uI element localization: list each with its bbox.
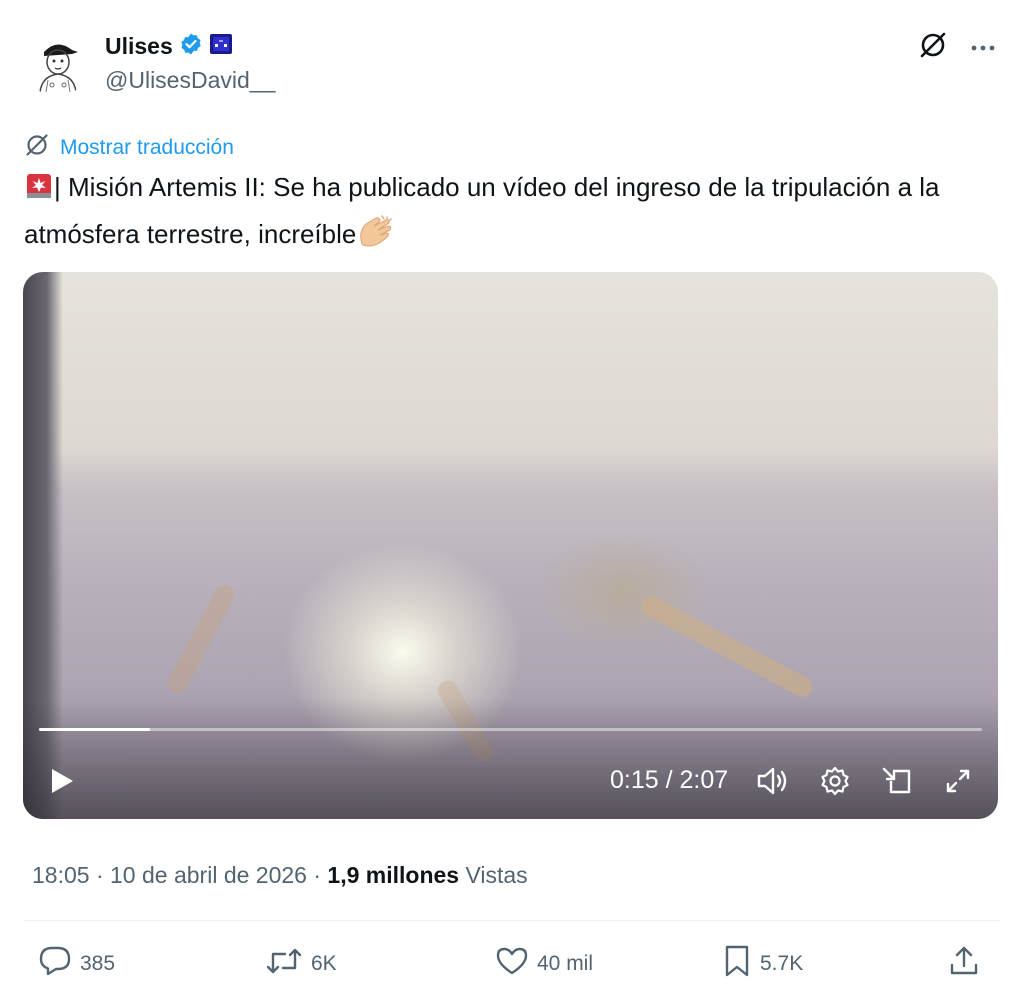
reply-icon (38, 945, 72, 983)
header-actions (918, 30, 996, 65)
heart-icon (495, 946, 529, 982)
divider (24, 920, 1000, 921)
pip-icon[interactable] (879, 764, 915, 798)
video-progress-fill (39, 728, 151, 731)
views-label: Vistas (465, 862, 528, 888)
share-icon (948, 945, 980, 983)
video-controls: 0:15 / 2:07 (23, 756, 998, 806)
video-time-label: 0:15 / 2:07 (610, 766, 729, 794)
translation-row[interactable]: Mostrar traducción (24, 132, 234, 163)
meta-separator: · (313, 862, 322, 888)
avatar[interactable] (24, 30, 90, 96)
tweet-body: | Misión Artemis II: Se ha publicado un … (24, 172, 940, 249)
fullscreen-icon[interactable] (941, 764, 975, 798)
more-horizontal-icon[interactable] (970, 39, 996, 57)
bookmark-button[interactable]: 5.7K (722, 944, 804, 984)
tweet-date[interactable]: 10 de abril de 2026 (110, 862, 307, 888)
affiliation-badge-icon[interactable] (209, 33, 233, 60)
share-button[interactable] (948, 946, 980, 982)
like-button[interactable]: 40 mil (495, 946, 593, 982)
verified-badge-icon[interactable] (179, 32, 203, 61)
tweet-time[interactable]: 18:05 (32, 862, 90, 888)
like-count: 40 mil (537, 952, 594, 975)
settings-icon[interactable] (818, 764, 852, 798)
reply-count: 385 (80, 952, 116, 975)
show-translation-link[interactable]: Mostrar traducción (60, 136, 234, 160)
plasma-streak (638, 593, 816, 701)
author-name-row: Ulises (105, 30, 233, 62)
avatar-illustration (24, 30, 90, 96)
grok-icon[interactable] (918, 30, 948, 65)
plasma-streak (164, 581, 239, 697)
play-icon[interactable] (47, 766, 77, 796)
repost-count: 6K (311, 952, 337, 975)
author-handle[interactable]: @UlisesDavid__ (105, 67, 275, 94)
tweet-meta: 18:05 · 10 de abril de 2026 · 1,9 millon… (32, 862, 528, 889)
rotating-light-emoji (24, 171, 54, 213)
volume-icon[interactable] (755, 764, 791, 798)
bookmark-icon (722, 944, 752, 984)
translate-icon (24, 132, 50, 163)
video-progress-bar[interactable] (39, 728, 982, 731)
repost-icon (265, 946, 303, 982)
tweet-text: | Misión Artemis II: Se ha publicado un … (24, 166, 954, 260)
author-display-name[interactable]: Ulises (105, 33, 173, 60)
views-count: 1,9 millones (327, 862, 460, 888)
repost-button[interactable]: 6K (265, 946, 337, 982)
meta-separator: · (95, 862, 104, 888)
video-player[interactable]: 0:15 / 2:07 (23, 272, 998, 819)
bookmark-count: 5.7K (760, 952, 804, 975)
clapping-hands-emoji (356, 214, 394, 260)
reply-button[interactable]: 385 (38, 946, 115, 982)
